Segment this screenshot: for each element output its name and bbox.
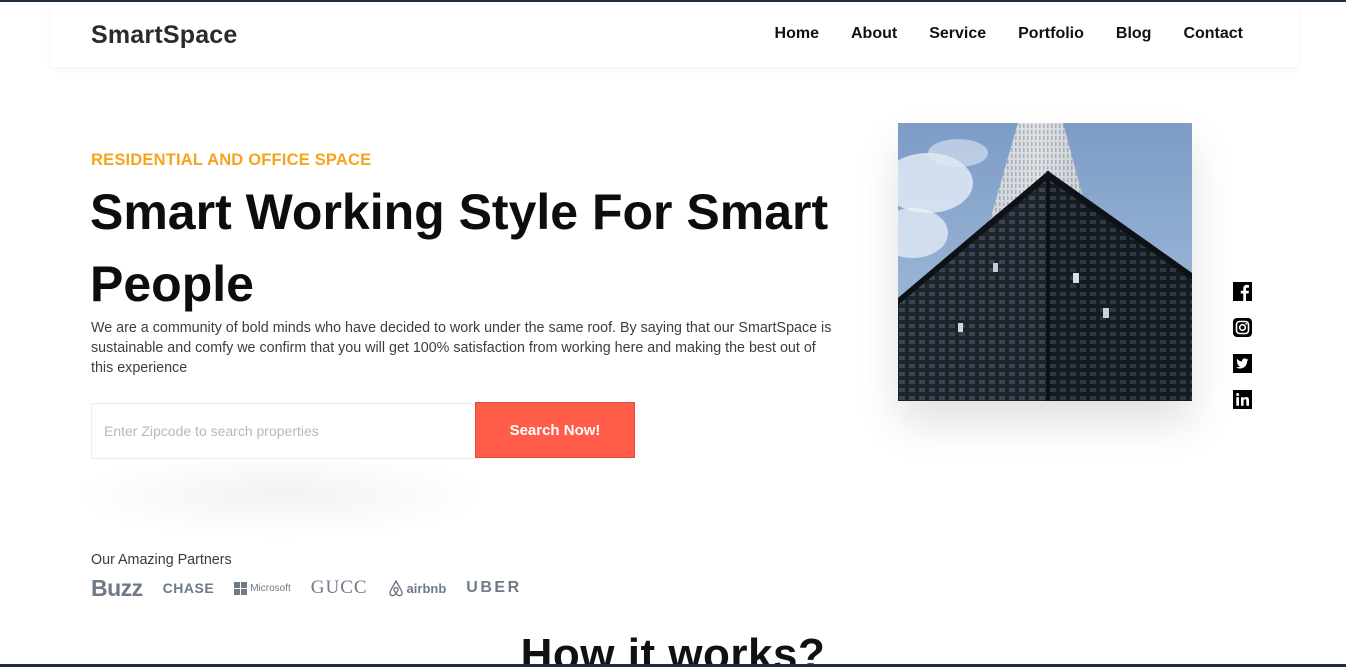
partner-logo-gucc: GUCC: [310, 577, 368, 598]
facebook-icon[interactable]: [1233, 282, 1252, 301]
instagram-icon[interactable]: [1233, 318, 1252, 337]
partners-label: Our Amazing Partners: [91, 552, 232, 568]
top-border: [0, 0, 1346, 2]
search-box: [91, 403, 476, 459]
partner-logo-chase: CHASE: [162, 580, 215, 596]
brand-logo[interactable]: SmartSpace: [91, 21, 238, 50]
social-links: [1233, 282, 1253, 426]
partner-logo-microsoft: Microsoft: [234, 581, 291, 595]
search-shadow: [70, 450, 490, 540]
nav-link-contact[interactable]: Contact: [1183, 25, 1243, 43]
nav-link-about[interactable]: About: [851, 25, 897, 43]
partner-logo-uber: UBER: [466, 579, 522, 596]
nav-link-portfolio[interactable]: Portfolio: [1018, 25, 1084, 43]
nav-link-blog[interactable]: Blog: [1116, 25, 1152, 43]
twitter-icon[interactable]: [1233, 354, 1252, 373]
airbnb-icon: [388, 579, 403, 596]
partner-logo-buzz: Buzz: [91, 574, 143, 601]
hero-eyebrow: RESIDENTIAL AND OFFICE SPACE: [91, 151, 372, 169]
skyscraper-photo-icon: [898, 123, 1192, 401]
nav-link-service[interactable]: Service: [929, 25, 986, 43]
partner-logo-microsoft-text: Microsoft: [250, 582, 291, 594]
search-now-button[interactable]: Search Now!: [475, 402, 635, 458]
zipcode-search-input[interactable]: [92, 404, 475, 458]
partner-logo-airbnb: airbnb: [388, 579, 447, 597]
nav-menu: Home About Service Portfolio Blog Contac…: [743, 25, 1243, 43]
navbar: SmartSpace Home About Service Portfolio …: [51, 4, 1299, 67]
nav-link-home[interactable]: Home: [775, 25, 819, 43]
partners-logos: Buzz CHASE Microsoft GUCC airbnb UBER: [91, 574, 542, 601]
microsoft-icon: [234, 581, 248, 595]
hero-headline: Smart Working Style For Smart People: [90, 184, 829, 312]
how-it-works-heading: How it works?: [520, 630, 826, 667]
hero-description: We are a community of bold minds who hav…: [91, 320, 832, 376]
partner-logo-airbnb-text: airbnb: [406, 580, 447, 596]
hero-building-image: [898, 123, 1192, 401]
linkedin-icon[interactable]: [1233, 390, 1252, 409]
